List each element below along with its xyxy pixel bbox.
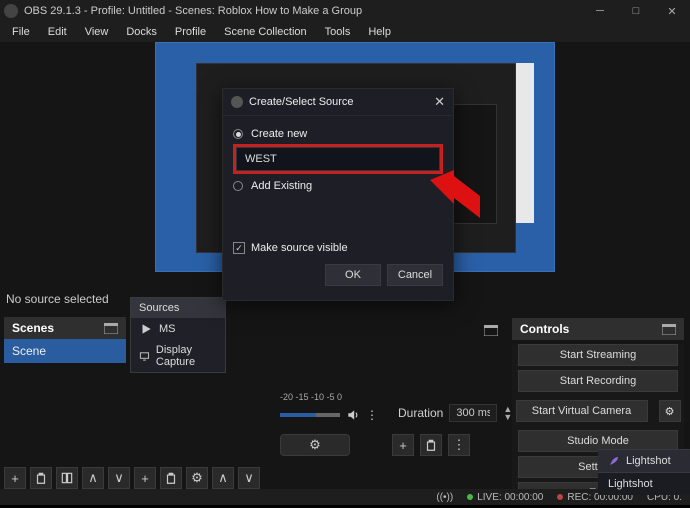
source-name-input[interactable] (236, 147, 440, 171)
menu-edit[interactable]: Edit (40, 24, 75, 40)
monitor-icon (139, 349, 150, 363)
db-scale-labels: -20 -15 -10 -5 0 (280, 392, 470, 402)
sources-item-display-capture[interactable]: Display Capture (131, 340, 225, 372)
menu-scene-collection[interactable]: Scene Collection (216, 24, 315, 40)
close-button[interactable]: ✕ (654, 0, 690, 22)
sources-popup: Sources MS Display Capture (130, 297, 226, 373)
scene-up-button[interactable]: ∧ (82, 467, 104, 489)
lightshot-row[interactable]: Lightshot (598, 449, 690, 472)
scene-filter-button[interactable] (56, 467, 78, 489)
lightshot-label: Lightshot (626, 455, 671, 467)
virtual-camera-settings-button[interactable]: ⚙ (659, 400, 681, 422)
dot-icon (557, 494, 563, 500)
radio-icon (233, 129, 243, 139)
menu-docks[interactable]: Docks (118, 24, 165, 40)
feather-icon (608, 455, 620, 467)
status-network-icon: ((•)) (436, 492, 453, 503)
make-visible-checkbox[interactable]: ✓ (233, 242, 245, 254)
scenes-header: Scenes (4, 317, 126, 339)
lightshot-row[interactable]: Lightshot (598, 472, 690, 495)
menu-tools[interactable]: Tools (317, 24, 359, 40)
create-new-label: Create new (251, 128, 307, 140)
radio-icon (233, 181, 243, 191)
popout-icon[interactable] (484, 325, 498, 336)
menu-view[interactable]: View (77, 24, 117, 40)
volume-row: ⋮ (280, 408, 378, 422)
ok-button[interactable]: OK (325, 264, 381, 286)
obs-logo-icon (4, 4, 18, 18)
status-live: LIVE: 00:00:00 (467, 492, 543, 503)
scenes-toolbar: + ∧ ∨ (4, 467, 130, 489)
audio-transition-area: -20 -15 -10 -5 0 ⋮ Duration ▲▼ ⚙ + ⋮ (280, 392, 470, 456)
sources-item-label: MS (159, 323, 176, 335)
menu-bar: File Edit View Docks Profile Scene Colle… (0, 22, 690, 42)
transition-remove-button[interactable] (420, 434, 442, 456)
volume-more-icon[interactable]: ⋮ (366, 408, 378, 422)
add-existing-label: Add Existing (251, 180, 312, 192)
window-controls: ─ □ ✕ (582, 0, 690, 22)
duration-label: Duration (398, 406, 443, 420)
start-recording-button[interactable]: Start Recording (518, 370, 678, 392)
controls-header-label: Controls (520, 322, 569, 336)
scenes-panel: Scenes Scene (4, 317, 126, 363)
duration-stepper-icon[interactable]: ▲▼ (503, 405, 512, 421)
popout-icon[interactable] (104, 323, 118, 334)
scene-down-button[interactable]: ∨ (108, 467, 130, 489)
add-existing-radio-row[interactable]: Add Existing (233, 180, 443, 192)
scene-item[interactable]: Scene (4, 339, 126, 363)
start-streaming-button[interactable]: Start Streaming (518, 344, 678, 366)
mixer-settings-button[interactable]: ⚙ (280, 434, 350, 456)
scene-remove-button[interactable] (30, 467, 52, 489)
create-new-radio-row[interactable]: Create new (233, 128, 443, 140)
sources-toolbar: + ⚙ ∧ ∨ (134, 467, 260, 489)
popout-icon[interactable] (662, 324, 676, 335)
scenes-list: Scene (4, 339, 126, 363)
source-remove-button[interactable] (160, 467, 182, 489)
maximize-button[interactable]: □ (618, 0, 654, 22)
source-up-button[interactable]: ∧ (212, 467, 234, 489)
scenes-header-label: Scenes (12, 321, 54, 335)
dialog-titlebar: Create/Select Source ✕ (223, 89, 453, 116)
dialog-title-label: Create/Select Source (249, 96, 354, 108)
sources-item-ms[interactable]: MS (131, 318, 225, 340)
play-icon (139, 322, 153, 336)
lightshot-notification: Lightshot Lightshot (598, 449, 690, 495)
dot-icon (467, 494, 473, 500)
scene-add-button[interactable]: + (4, 467, 26, 489)
create-select-source-dialog: Create/Select Source ✕ Create new Add Ex… (222, 88, 454, 301)
dialog-close-button[interactable]: ✕ (434, 94, 445, 110)
menu-help[interactable]: Help (360, 24, 399, 40)
no-source-label: No source selected (6, 292, 109, 306)
window-title: OBS 29.1.3 - Profile: Untitled - Scenes:… (24, 5, 362, 17)
source-add-button[interactable]: + (134, 467, 156, 489)
title-bar: OBS 29.1.3 - Profile: Untitled - Scenes:… (0, 0, 690, 22)
duration-input[interactable] (449, 404, 497, 422)
source-down-button[interactable]: ∨ (238, 467, 260, 489)
menu-profile[interactable]: Profile (167, 24, 214, 40)
minimize-button[interactable]: ─ (582, 0, 618, 22)
transition-more-button[interactable]: ⋮ (448, 434, 470, 456)
lightshot-label: Lightshot (608, 478, 653, 490)
source-settings-button[interactable]: ⚙ (186, 467, 208, 489)
annotation-arrow-icon (430, 170, 480, 233)
controls-header: Controls (512, 318, 684, 340)
obs-logo-icon (231, 96, 243, 108)
highlight-box (233, 144, 443, 174)
status-bar: ((•)) LIVE: 00:00:00 REC: 00:00:00 CPU: … (0, 489, 690, 505)
start-virtual-camera-button[interactable]: Start Virtual Camera (516, 400, 648, 422)
cancel-button[interactable]: Cancel (387, 264, 443, 286)
make-visible-label: Make source visible (251, 242, 348, 254)
sources-popup-header: Sources (131, 298, 225, 318)
volume-slider[interactable] (280, 413, 340, 417)
speaker-icon[interactable] (346, 408, 360, 422)
transition-add-button[interactable]: + (392, 434, 414, 456)
sources-item-label: Display Capture (156, 344, 217, 368)
menu-file[interactable]: File (4, 24, 38, 40)
